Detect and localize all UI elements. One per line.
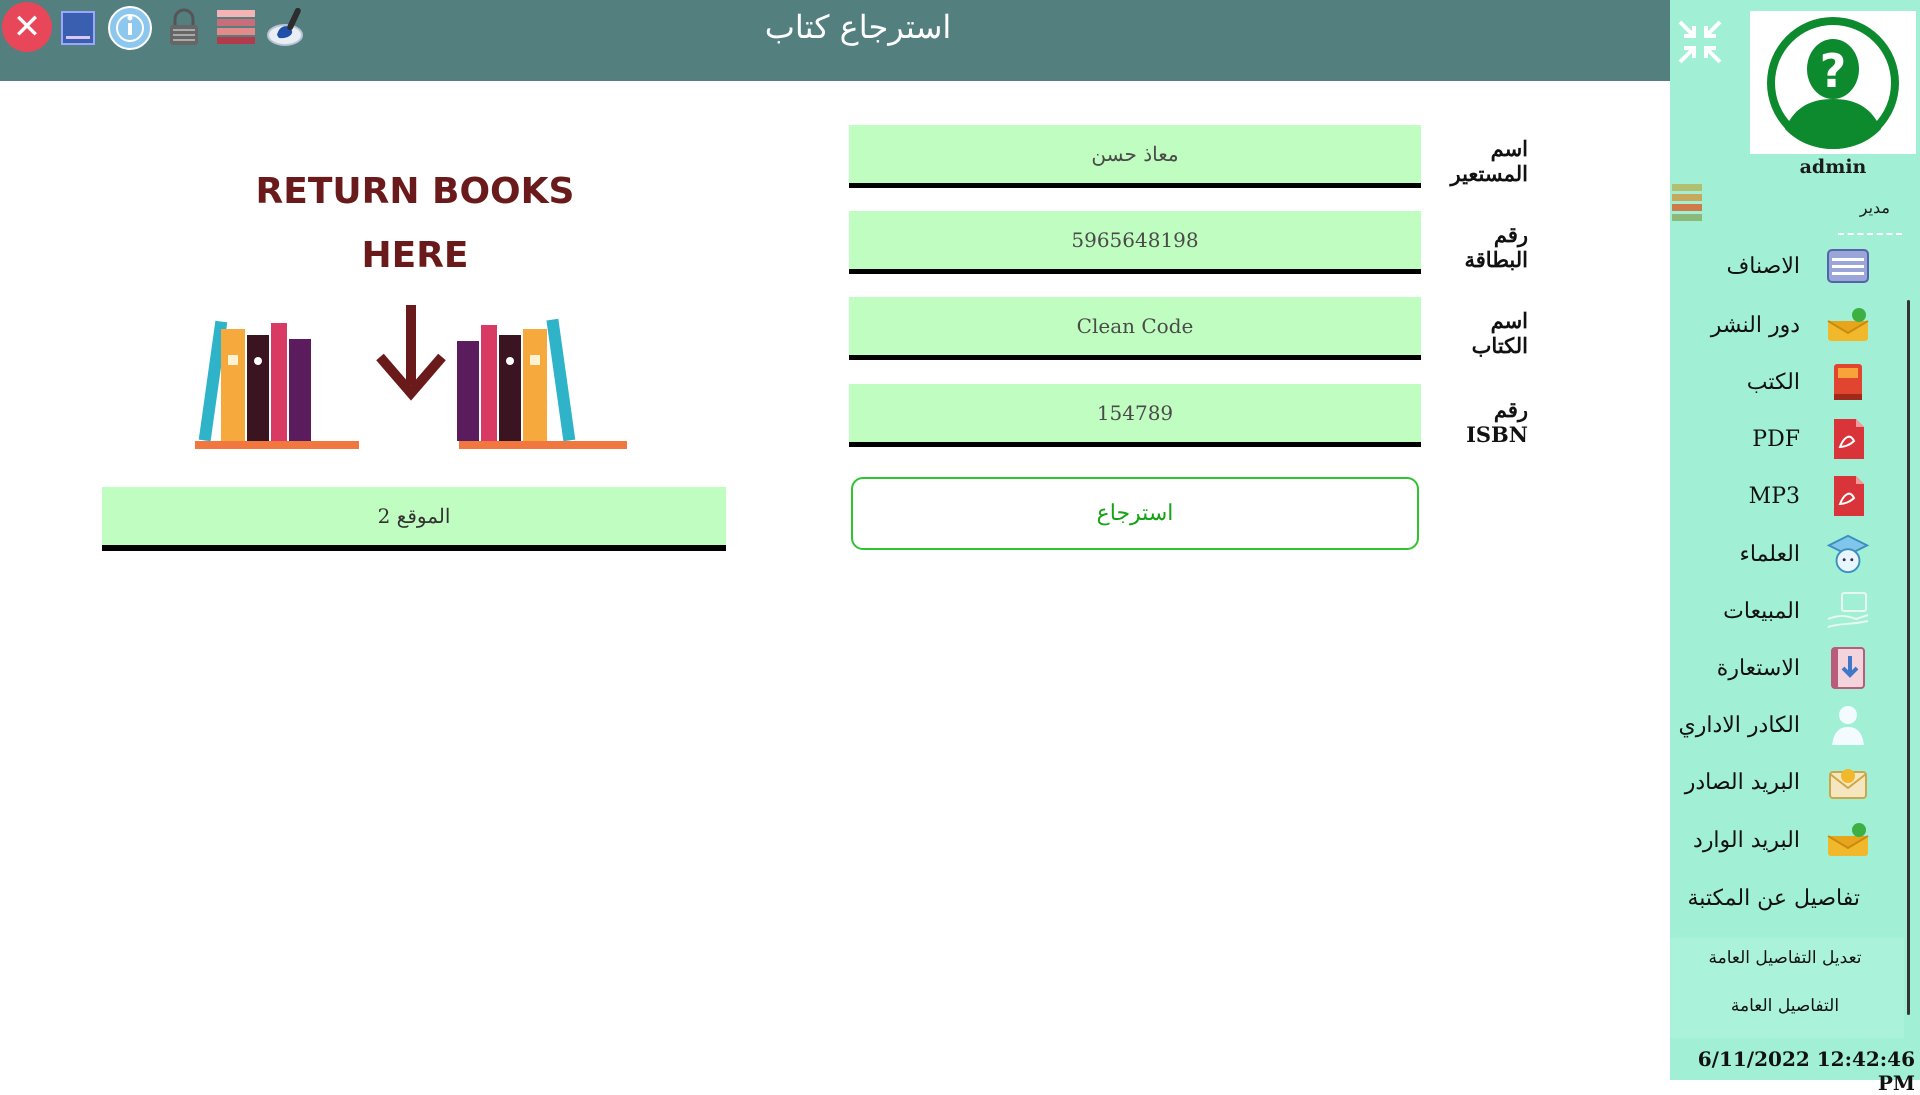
sidebar-item-staff[interactable]: الكادر الاداري [1640,697,1870,753]
books-illustration [195,305,627,449]
sidebar-item-label: الاصناف [1726,253,1801,279]
sidebar-item-label: الاستعارة [1716,655,1800,681]
lock-icon[interactable] [160,4,208,52]
avatar[interactable]: ? [1750,11,1916,154]
sidebar-item-library-details[interactable]: تفاصيل عن المكتبة [1610,870,1860,926]
pdf-icon [1826,417,1870,461]
sidebar-item-pdf[interactable]: PDF [1640,411,1870,467]
user-name: admin [1799,156,1867,178]
sidebar-scrollbar[interactable] [1907,300,1910,1015]
mp3-icon [1826,474,1870,518]
outbox-icon [1826,760,1870,804]
sidebar-subitem-general-details[interactable]: التفاصيل العامة [1670,996,1900,1016]
sidebar-item-inbox[interactable]: البريد الوارد [1640,812,1870,868]
datetime-display: 6/11/2022 12:42:46 PM [1697,1047,1915,1095]
book-name-field[interactable]: Clean Code [849,297,1421,360]
categories-icon [1826,244,1870,288]
sidebar-item-categories[interactable]: الاصناف [1640,238,1870,294]
poster-title-line2: HERE [361,235,469,276]
publishers-icon [1826,303,1870,347]
isbn-label: رقم ISBN [1466,397,1528,447]
sidebar-item-label: الكتب [1746,369,1800,395]
card-number-label: رقم البطاقة [1464,222,1529,272]
sales-icon [1826,589,1870,633]
info-icon[interactable] [106,4,154,52]
sidebar-item-sales[interactable]: المبيعات [1640,583,1870,639]
minimize-icon[interactable] [54,4,102,52]
poster-title-line1: RETURN BOOKS [255,171,575,212]
paint-icon[interactable] [264,4,312,52]
return-books-poster: RETURN BOOKS HERE [195,165,635,465]
color-swatch-icon[interactable] [1672,184,1702,222]
user-role: مدير [1859,198,1890,217]
sidebar-item-label: دور النشر [1710,312,1800,338]
isbn-field[interactable]: 154789 [849,384,1421,447]
borrower-name-field[interactable]: معاذ حسن [849,125,1421,188]
sidebar-item-outbox[interactable]: البريد الصادر [1640,754,1870,810]
close-icon[interactable]: ✕ [2,2,52,52]
svg-text:?: ? [1820,44,1847,98]
books-icon [1826,360,1870,404]
sidebar-item-label: البريد الوارد [1693,827,1800,853]
sidebar-item-borrowing[interactable]: الاستعارة [1640,640,1870,696]
sidebar-item-label: PDF [1752,426,1800,452]
theme-icon[interactable] [212,4,260,52]
sidebar-item-books[interactable]: الكتب [1640,354,1870,410]
inbox-icon [1826,818,1870,862]
return-button[interactable]: استرجاع [851,477,1419,550]
sidebar-item-publishers[interactable]: دور النشر [1640,297,1870,353]
collapse-icon[interactable] [1676,18,1724,66]
borrowing-icon [1826,646,1870,690]
sidebar-item-label: البريد الصادر [1684,769,1800,795]
sidebar-item-label: المبيعات [1723,598,1800,624]
card-number-field[interactable]: 5965648198 [849,211,1421,274]
location-field[interactable]: الموقع 2 [102,487,726,551]
sidebar-item-scholars[interactable]: العلماء [1640,526,1870,582]
scholars-icon [1826,532,1870,576]
sidebar-item-label: العلماء [1739,541,1800,567]
sidebar-item-mp3[interactable]: MP3 [1640,468,1870,524]
borrower-name-label: اسم المستعير [1450,136,1529,186]
sidebar-item-label: الكادر الاداري [1678,712,1801,738]
staff-icon [1826,703,1870,747]
sidebar-divider [1838,233,1902,235]
sidebar-item-label: تفاصيل عن المكتبة [1687,885,1860,911]
sidebar-subitem-edit-general-details[interactable]: تعديل التفاصيل العامة [1670,948,1900,968]
book-name-label: اسم الكتاب [1471,308,1528,358]
sidebar-item-label: MP3 [1748,483,1800,509]
